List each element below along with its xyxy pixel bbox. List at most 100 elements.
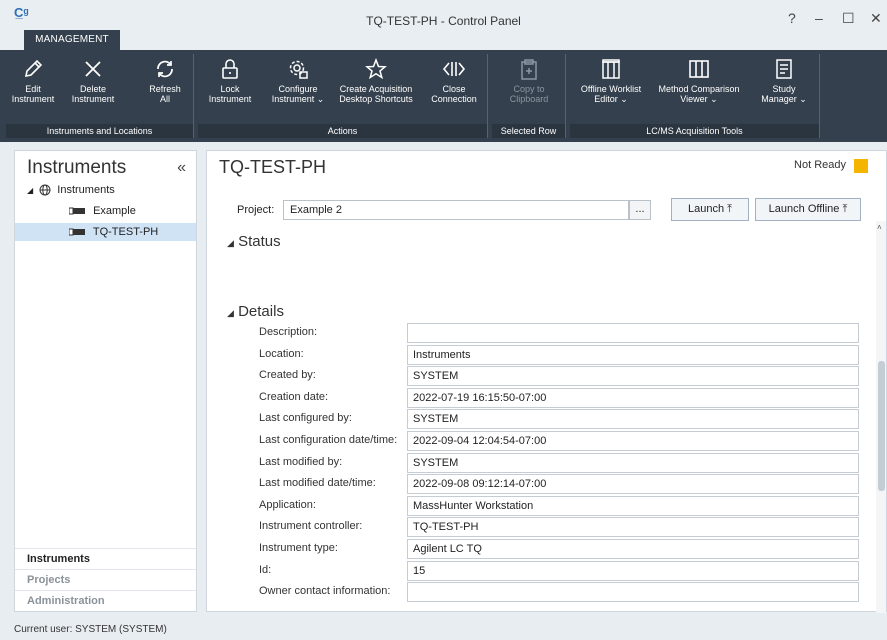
copy-label-1: Copy to <box>513 84 545 94</box>
create-shortcuts-button[interactable]: Create Acquisition Desktop Shortcuts <box>334 54 418 122</box>
nav-label: Projects <box>27 574 71 586</box>
detail-value-field[interactable]: SYSTEM <box>407 409 859 429</box>
refresh-label-1: Refresh <box>149 84 181 94</box>
expand-triangle-icon[interactable]: ◢ <box>27 186 33 195</box>
tree-item-label: TQ-TEST-PH <box>92 226 159 238</box>
instrument-title: TQ-TEST-PH <box>219 157 326 177</box>
detail-label: Last modified date/time: <box>259 477 376 489</box>
ribbon-group-lcms: Offline Worklist Editor ⌄ Method Compari… <box>570 54 820 138</box>
method-cmp-label-2: Viewer ⌄ <box>680 94 718 104</box>
detail-value-field[interactable] <box>407 582 859 602</box>
configure-instrument-button[interactable]: Configure Instrument ⌄ <box>266 54 330 122</box>
section-label: Details <box>238 303 284 320</box>
close-conn-label-1: Close <box>442 84 466 94</box>
current-user-status: Current user: SYSTEM (SYSTEM) <box>14 624 167 635</box>
window-title: TQ-TEST-PH - Control Panel <box>366 14 521 28</box>
lock-icon <box>200 54 260 84</box>
edit-label-2: Instrument <box>11 94 55 104</box>
detail-value-field[interactable]: 2022-09-04 12:04:54-07:00 <box>407 431 859 451</box>
delete-label-2: Instrument <box>71 94 115 104</box>
detail-value-field[interactable]: Instruments <box>407 345 859 365</box>
method-cmp-label-1: Method Comparison <box>658 84 740 94</box>
delete-instrument-button[interactable]: Delete Instrument <box>66 54 120 122</box>
offline-worklist-button[interactable]: Offline Worklist Editor ⌄ <box>574 54 648 122</box>
scroll-thumb[interactable] <box>878 361 885 491</box>
nav-label: Administration <box>27 595 105 607</box>
ribbon-group-label: LC/MS Acquisition Tools <box>570 124 819 138</box>
maximize-button[interactable]: ☐ <box>842 10 855 27</box>
detail-label: Instrument controller: <box>259 520 363 532</box>
project-label: Project: <box>237 204 275 216</box>
minimize-button[interactable]: – <box>815 10 823 26</box>
nav-projects[interactable]: Projects <box>15 569 196 590</box>
study-label-2: Manager ⌄ <box>761 94 807 104</box>
gear-icon <box>266 54 330 84</box>
status-section-header[interactable]: ◢ Status <box>227 233 281 250</box>
worklist-label-1: Offline Worklist <box>580 84 642 94</box>
project-browse-button[interactable]: ... <box>629 200 651 220</box>
section-label: Status <box>238 233 281 250</box>
close-connection-button[interactable]: Close Connection <box>424 54 484 122</box>
nav-administration[interactable]: Administration <box>15 590 196 611</box>
detail-label: Instrument type: <box>259 542 338 554</box>
collapse-triangle-icon: ◢ <box>227 238 234 248</box>
detail-label: Last configuration date/time: <box>259 434 398 446</box>
detail-value-field[interactable]: TQ-TEST-PH <box>407 517 859 537</box>
refresh-all-button[interactable]: Refresh All <box>138 54 192 122</box>
status-indicator <box>854 159 868 173</box>
pencil-icon <box>6 54 60 84</box>
detail-label: Location: <box>259 348 304 360</box>
method-comparison-button[interactable]: Method Comparison Viewer ⌄ <box>652 54 746 122</box>
nav-label: Instruments <box>27 553 90 565</box>
status-text: Not Ready <box>794 159 846 171</box>
ribbon-group-selected-row: Copy to Clipboard Selected Row <box>492 54 566 138</box>
ribbon-group-label: Selected Row <box>492 124 565 138</box>
copy-label-2: Clipboard <box>509 94 549 104</box>
close-conn-label-2: Connection <box>431 94 477 104</box>
refresh-label-2: All <box>159 94 170 104</box>
copy-to-clipboard-button[interactable]: Copy to Clipboard <box>500 54 558 122</box>
tab-management[interactable]: MANAGEMENT <box>24 30 120 50</box>
shortcuts-label-2: Desktop Shortcuts <box>339 94 413 104</box>
lock-instrument-button[interactable]: Lock Instrument <box>200 54 260 122</box>
lock-label-1: Lock <box>220 84 240 94</box>
detail-label: Last modified by: <box>259 456 343 468</box>
configure-label-1: Configure <box>278 84 318 94</box>
study-manager-button[interactable]: Study Manager ⌄ <box>754 54 814 122</box>
tree-item-tq-test-ph[interactable]: TQ-TEST-PH <box>15 223 196 241</box>
instrument-icon <box>69 228 85 236</box>
nav-instruments[interactable]: Instruments <box>15 548 196 569</box>
help-button[interactable]: ? <box>788 10 796 26</box>
configure-label-2: Instrument ⌄ <box>271 94 325 104</box>
detail-value-field[interactable]: 2022-09-08 09:12:14-07:00 <box>407 474 859 494</box>
details-section-header[interactable]: ◢ Details <box>227 303 284 320</box>
collapse-panel-button[interactable]: « <box>177 159 186 177</box>
detail-value-field[interactable] <box>407 323 859 343</box>
scroll-up-icon[interactable]: ˄ <box>877 223 882 232</box>
detail-value-field[interactable]: SYSTEM <box>407 453 859 473</box>
close-window-button[interactable]: ✕ <box>870 10 882 27</box>
vertical-scrollbar[interactable]: ˄ <box>876 221 886 613</box>
launch-button[interactable]: Launch ⤒ <box>671 198 749 221</box>
detail-value-field[interactable]: SYSTEM <box>407 366 859 386</box>
tree-item-example[interactable]: Example <box>69 202 189 220</box>
edit-label-1: Edit <box>25 84 41 94</box>
ribbon-group-instruments: Edit Instrument Delete Instrument Refres… <box>6 54 194 138</box>
instrument-detail-panel: TQ-TEST-PH Not Ready Project: Example 2 … <box>206 150 887 613</box>
ribbon: Edit Instrument Delete Instrument Refres… <box>0 50 887 142</box>
tree-root-instruments[interactable]: ◢ Instruments <box>27 181 187 199</box>
detail-label: Creation date: <box>259 391 329 403</box>
detail-value-field[interactable]: 15 <box>407 561 859 581</box>
edit-instrument-button[interactable]: Edit Instrument <box>6 54 60 122</box>
detail-value-field[interactable]: MassHunter Workstation <box>407 496 859 516</box>
detail-label: Created by: <box>259 369 316 381</box>
detail-value-field[interactable]: 2022-07-19 16:15:50-07:00 <box>407 388 859 408</box>
detail-value-field[interactable]: Agilent LC TQ <box>407 539 859 559</box>
instruments-navigation-panel: Instruments « ◢ Instruments Example TQ-T… <box>14 150 197 612</box>
project-field[interactable]: Example 2 <box>283 200 629 220</box>
refresh-icon <box>138 54 192 84</box>
tree-item-label: Example <box>93 205 136 217</box>
columns-icon <box>652 54 746 84</box>
ribbon-group-actions: Lock Instrument Configure Instrument ⌄ C… <box>198 54 488 138</box>
launch-offline-button[interactable]: Launch Offline ⤒ <box>755 198 861 221</box>
